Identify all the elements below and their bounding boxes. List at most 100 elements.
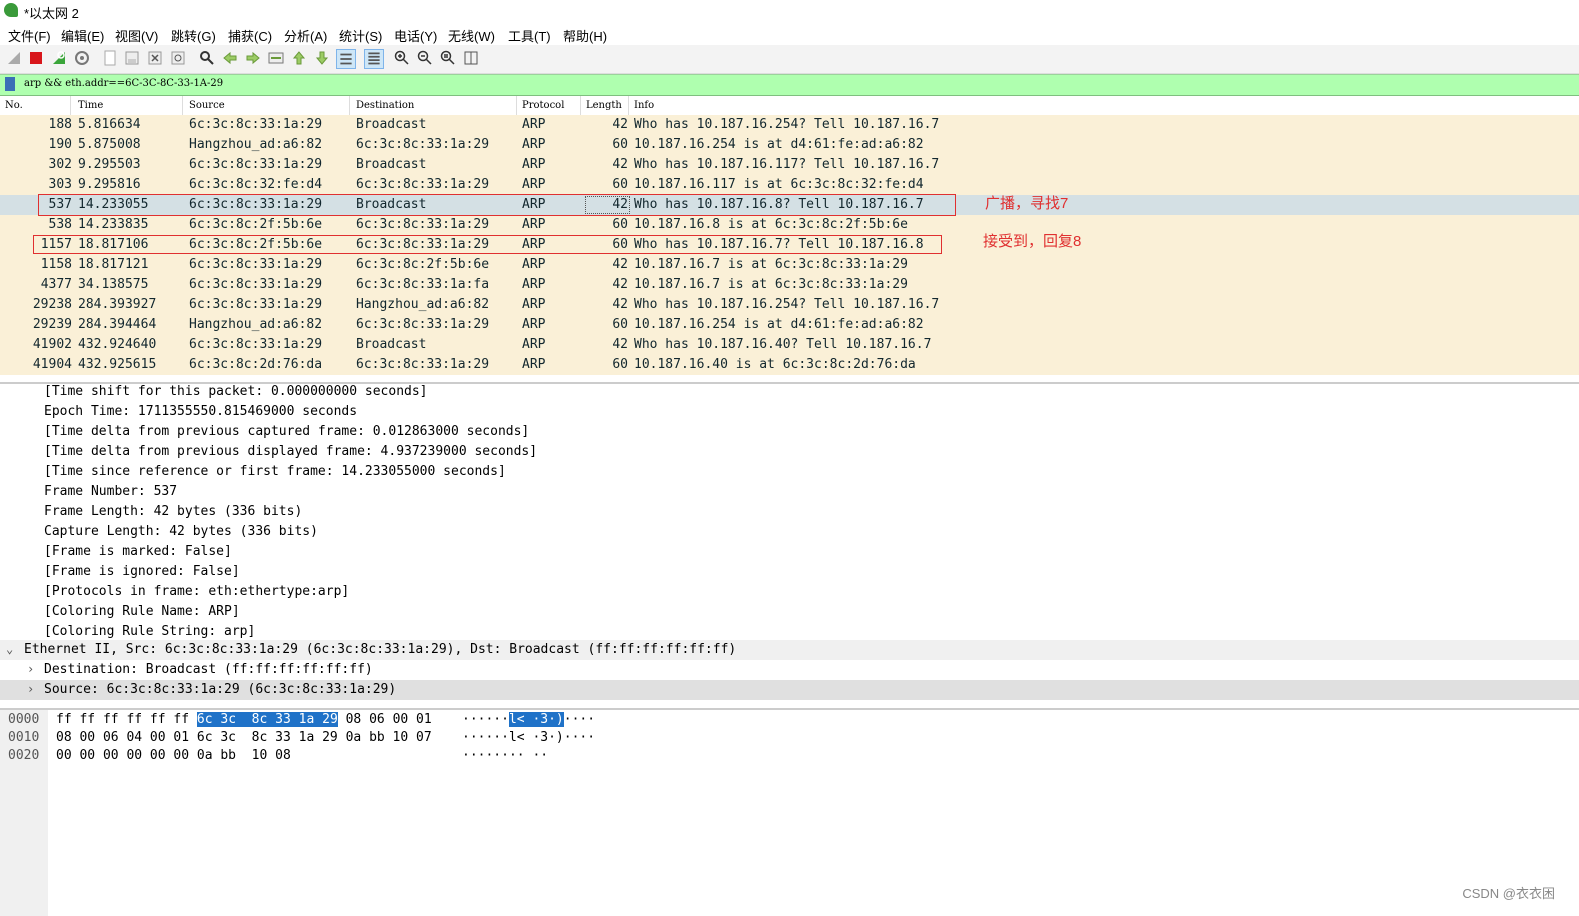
chevron-down-icon[interactable]: ⌄ — [6, 642, 13, 656]
colorize-icon[interactable] — [364, 49, 384, 69]
zoom-in-icon[interactable] — [394, 50, 410, 66]
cell-time: 284.394464 — [78, 317, 157, 332]
cell-no: 41902 — [32, 337, 72, 352]
menu-file[interactable]: 文件(F) — [8, 26, 51, 45]
frame-detail-line[interactable]: [Protocols in frame: eth:ethertype:arp] — [0, 582, 1579, 602]
cell-no: 538 — [48, 217, 72, 232]
restart-capture-icon[interactable] — [51, 50, 67, 66]
packet-row[interactable]: 302 9.295503 6c:3c:8c:33:1a:29 Broadcast ARP… — [0, 155, 1579, 175]
cell-time: 14.233835 — [78, 217, 149, 232]
packet-row[interactable]: 29238 284.393927 6c:3c:8c:33:1a:29 Hangzhou… — [0, 295, 1579, 315]
packet-row[interactable]: 1157 18.817106 6c:3c:8c:2f:5b:6e 6c:3c:8c:3… — [0, 235, 1579, 255]
capture-options-icon[interactable] — [74, 50, 90, 66]
frame-detail-line[interactable]: [Coloring Rule Name: ARP] — [0, 602, 1579, 622]
cell-dst: 6c:3c:8c:33:1a:fa — [356, 277, 490, 292]
cell-src: Hangzhou_ad:a6:82 — [189, 317, 323, 332]
cell-len: 42 — [612, 117, 628, 132]
find-packet-icon[interactable] — [199, 50, 215, 66]
cell-len: 42 — [612, 277, 628, 292]
packet-row[interactable]: 190 5.875008 Hangzhou_ad:a6:82 6c:3c:8c:33:… — [0, 135, 1579, 155]
ascii-bytes[interactable]: ········ ·· — [462, 748, 548, 763]
column-protocol[interactable]: Protocol — [522, 100, 564, 111]
display-filter-input[interactable]: arp && eth.addr==6C-3C-8C-33-1A-29 — [24, 78, 223, 89]
column-time[interactable]: Time — [78, 100, 103, 111]
frame-detail-line[interactable]: [Coloring Rule String: arp] — [0, 622, 1579, 642]
column-info[interactable]: Info — [634, 100, 654, 111]
display-filter-bar[interactable]: arp && eth.addr==6C-3C-8C-33-1A-29 — [0, 74, 1579, 96]
zoom-reset-icon[interactable] — [440, 50, 456, 66]
chevron-right-icon[interactable]: › — [27, 682, 34, 696]
menu-wireless[interactable]: 无线(W) — [448, 26, 495, 45]
packet-row[interactable]: 41902 432.924640 6c:3c:8c:33:1a:29 Broadcas… — [0, 335, 1579, 355]
close-file-icon[interactable] — [147, 50, 163, 66]
go-forward-icon[interactable] — [245, 50, 261, 66]
menu-help[interactable]: 帮助(H) — [563, 26, 607, 45]
detail-text: [Protocols in frame: eth:ethertype:arp] — [44, 584, 350, 599]
bookmark-icon[interactable] — [5, 77, 15, 91]
focus-box — [585, 196, 630, 214]
menu-view[interactable]: 视图(V) — [115, 26, 158, 45]
frame-detail-line[interactable]: [Time delta from previous displayed fram… — [0, 442, 1579, 462]
packet-row[interactable]: 4377 34.138575 6c:3c:8c:33:1a:29 6c:3c:8c:3… — [0, 275, 1579, 295]
menu-telephony[interactable]: 电话(Y) — [394, 26, 437, 45]
hex-bytes[interactable]: 08 00 06 04 00 01 6c 3c 8c 33 1a 29 0a b… — [56, 730, 432, 745]
ethernet-tree-item[interactable]: ⌄ Ethernet II, Src: 6c:3c:8c:33:1a:29 (6… — [0, 640, 1579, 660]
hex-bytes[interactable]: ff ff ff ff ff ff 6c 3c 8c 33 1a 29 08 0… — [56, 712, 432, 727]
frame-detail-line[interactable]: [Frame is ignored: False] — [0, 562, 1579, 582]
hex-bytes[interactable]: 00 00 00 00 00 00 0a bb 10 08 — [56, 748, 291, 763]
cell-no: 41904 — [32, 357, 72, 372]
chevron-right-icon[interactable]: › — [27, 662, 34, 676]
hex-hl: 6c 3c 8c 33 1a 29 — [196, 712, 338, 727]
cell-info: Who has 10.187.16.40? Tell 10.187.16.7 — [634, 337, 932, 352]
open-file-icon[interactable] — [102, 50, 118, 66]
frame-detail-line[interactable]: Frame Number: 537 — [0, 482, 1579, 502]
frame-detail-line[interactable]: [Time delta from previous captured frame… — [0, 422, 1579, 442]
save-file-icon[interactable] — [124, 50, 140, 66]
frame-detail-line[interactable]: Capture Length: 42 bytes (336 bits) — [0, 522, 1579, 542]
go-first-packet-icon[interactable] — [291, 50, 307, 66]
column-no[interactable]: No. — [5, 100, 23, 111]
packet-row[interactable]: 303 9.295816 6c:3c:8c:32:fe:d4 6c:3c:8c:33:… — [0, 175, 1579, 195]
start-capture-icon[interactable] — [6, 50, 22, 66]
go-last-packet-icon[interactable] — [314, 50, 330, 66]
packet-row[interactable]: 537 14.233055 6c:3c:8c:33:1a:29 Broadcast AR… — [0, 195, 1579, 215]
menu-capture[interactable]: 捕获(C) — [228, 26, 272, 45]
menu-tools[interactable]: 工具(T) — [508, 26, 551, 45]
bytes-line[interactable]: 0020 00 00 00 00 00 00 0a bb 10 08 ·······… — [0, 747, 1579, 765]
column-length[interactable]: Length — [586, 100, 622, 111]
cell-dst: 6c:3c:8c:33:1a:29 — [356, 217, 490, 232]
cell-proto: ARP — [522, 217, 546, 232]
bytes-line[interactable]: 0010 08 00 06 04 00 01 6c 3c 8c 33 1a 29 … — [0, 729, 1579, 747]
frame-detail-line[interactable]: Epoch Time: 1711355550.815469000 seconds — [0, 402, 1579, 422]
reload-file-icon[interactable] — [170, 50, 186, 66]
frame-detail-line[interactable]: [Frame is marked: False] — [0, 542, 1579, 562]
zoom-out-icon[interactable] — [417, 50, 433, 66]
eth-destination-item[interactable]: › Destination: Broadcast (ff:ff:ff:ff:ff… — [0, 660, 1579, 680]
menu-statistics[interactable]: 统计(S) — [339, 26, 382, 45]
bytes-line[interactable]: 0000 ff ff ff ff ff ff 6c 3c 8c 33 1a 29 … — [0, 711, 1579, 729]
frame-detail-line[interactable]: [Time since reference or first frame: 14… — [0, 462, 1579, 482]
frame-detail-line[interactable]: [Time shift for this packet: 0.000000000… — [0, 382, 1579, 402]
ascii-bytes[interactable]: ······l< ·3·)···· — [462, 712, 595, 727]
frame-detail-line[interactable]: Frame Length: 42 bytes (336 bits) — [0, 502, 1579, 522]
asc-hl: l< ·3·) — [508, 712, 564, 727]
ascii-bytes[interactable]: ······l< ·3·)···· — [462, 730, 595, 745]
cell-time: 18.817106 — [78, 237, 149, 252]
packet-row[interactable]: 538 14.233835 6c:3c:8c:2f:5b:6e 6c:3c:8c:33… — [0, 215, 1579, 235]
packet-row[interactable]: 188 5.816634 6c:3c:8c:33:1a:29 Broadcast ARP… — [0, 115, 1579, 135]
go-back-icon[interactable] — [222, 50, 238, 66]
packet-row[interactable]: 41904 432.925615 6c:3c:8c:2d:76:da 6c:3c:8c… — [0, 355, 1579, 375]
auto-scroll-icon[interactable] — [336, 49, 356, 69]
column-destination[interactable]: Destination — [356, 100, 414, 111]
eth-source-item[interactable]: › Source: 6c:3c:8c:33:1a:29 (6c:3c:8c:33… — [0, 680, 1579, 700]
go-to-packet-icon[interactable] — [268, 50, 284, 66]
cell-dst: 6c:3c:8c:33:1a:29 — [356, 237, 490, 252]
resize-columns-icon[interactable] — [463, 50, 479, 66]
menu-edit[interactable]: 编辑(E) — [61, 26, 104, 45]
packet-row[interactable]: 1158 18.817121 6c:3c:8c:33:1a:29 6c:3c:8c:2… — [0, 255, 1579, 275]
packet-row[interactable]: 29239 284.394464 Hangzhou_ad:a6:82 6c:3c:8c… — [0, 315, 1579, 335]
menu-analyze[interactable]: 分析(A) — [284, 26, 327, 45]
stop-capture-icon[interactable] — [28, 50, 44, 66]
menu-go[interactable]: 跳转(G) — [171, 26, 216, 45]
column-source[interactable]: Source — [189, 100, 225, 111]
